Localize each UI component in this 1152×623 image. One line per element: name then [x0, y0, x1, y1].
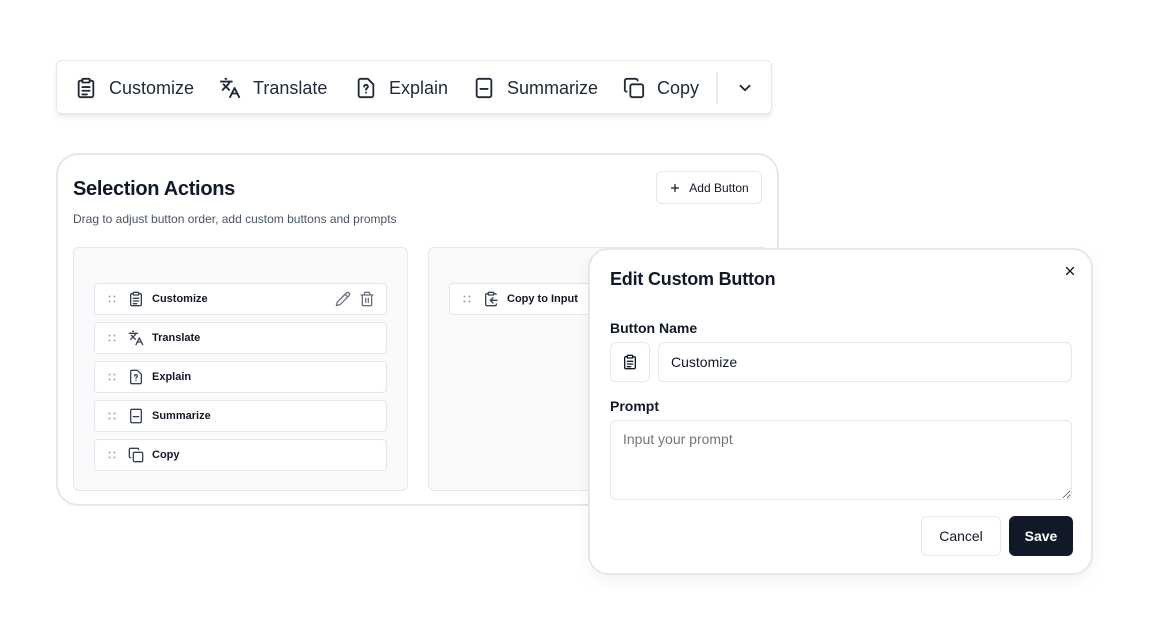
- list-item-label: Summarize: [152, 410, 211, 422]
- list-item-label: Copy to Input: [507, 293, 578, 305]
- clipboard-list-icon: [75, 77, 97, 99]
- toolbar-button-label: Customize: [109, 77, 195, 98]
- toolbar-more-button[interactable]: [733, 77, 757, 99]
- list-item-label: Copy: [152, 449, 180, 461]
- drag-handle-icon[interactable]: [108, 295, 116, 303]
- list-item-label: Translate: [152, 332, 201, 344]
- list-item-explain[interactable]: Explain: [94, 361, 387, 393]
- button-name-label: Button Name: [610, 320, 698, 336]
- button-name-input[interactable]: [658, 342, 1072, 382]
- close-icon: [1063, 264, 1077, 278]
- list-item-summarize[interactable]: Summarize: [94, 400, 387, 432]
- toolbar-divider: [716, 72, 718, 104]
- toolbar-button-label: Translate: [253, 77, 328, 98]
- enabled-actions-list: Customize Translate Explain Summarize Co…: [73, 247, 408, 491]
- icon-picker-button[interactable]: [610, 342, 650, 382]
- toolbar-translate-button[interactable]: Translate: [219, 61, 327, 115]
- edit-custom-button-dialog: Edit Custom Button Button Name Prompt Ca…: [588, 248, 1093, 575]
- drag-handle-icon[interactable]: [108, 373, 116, 381]
- dialog-title: Edit Custom Button: [610, 269, 776, 289]
- file-question-icon: [355, 77, 377, 99]
- file-question-icon: [128, 369, 144, 385]
- languages-icon: [128, 330, 144, 346]
- toolbar-button-label: Explain: [389, 77, 449, 98]
- copy-icon: [623, 77, 645, 99]
- toolbar-button-label: Copy: [657, 77, 700, 98]
- item-actions: [335, 291, 375, 307]
- toolbar-copy-button[interactable]: Copy: [623, 61, 699, 115]
- prompt-textarea[interactable]: [610, 420, 1072, 500]
- drag-handle-icon[interactable]: [108, 412, 116, 420]
- toolbar-button-label: Summarize: [507, 77, 599, 98]
- notebook-icon: [128, 408, 144, 424]
- drag-handle-icon[interactable]: [463, 295, 471, 303]
- prompt-label: Prompt: [610, 398, 659, 414]
- save-button[interactable]: Save: [1009, 516, 1073, 556]
- toolbar-explain-button[interactable]: Explain: [355, 61, 448, 115]
- drag-handle-icon[interactable]: [108, 334, 116, 342]
- notebook-icon: [473, 77, 495, 99]
- list-item-translate[interactable]: Translate: [94, 322, 387, 354]
- pencil-icon[interactable]: [335, 291, 351, 307]
- list-item-customize[interactable]: Customize: [94, 283, 387, 315]
- list-item-copy[interactable]: Copy: [94, 439, 387, 471]
- add-button-label: Add Button: [689, 180, 749, 195]
- copy-icon: [128, 447, 144, 463]
- card-title: Selection Actions: [73, 178, 235, 200]
- toolbar-customize-button[interactable]: Customize: [75, 61, 194, 115]
- clipboard-list-icon: [128, 291, 144, 307]
- chevron-down-icon: [736, 79, 754, 97]
- close-button[interactable]: [1063, 264, 1077, 278]
- clipboard-arrow-icon: [483, 291, 499, 307]
- trash-icon[interactable]: [359, 291, 375, 307]
- list-item-label: Customize: [152, 293, 208, 305]
- list-item-label: Explain: [152, 371, 192, 383]
- selection-toolbar: Customize Translate Explain Summarize Co…: [56, 60, 772, 114]
- clipboard-list-icon: [622, 354, 638, 370]
- card-description: Drag to adjust button order, add custom …: [73, 212, 397, 226]
- add-button[interactable]: Add Button: [656, 171, 762, 204]
- cancel-button[interactable]: Cancel: [921, 516, 1001, 556]
- toolbar-summarize-button[interactable]: Summarize: [473, 61, 598, 115]
- plus-icon: [669, 182, 681, 194]
- drag-handle-icon[interactable]: [108, 451, 116, 459]
- languages-icon: [219, 77, 241, 99]
